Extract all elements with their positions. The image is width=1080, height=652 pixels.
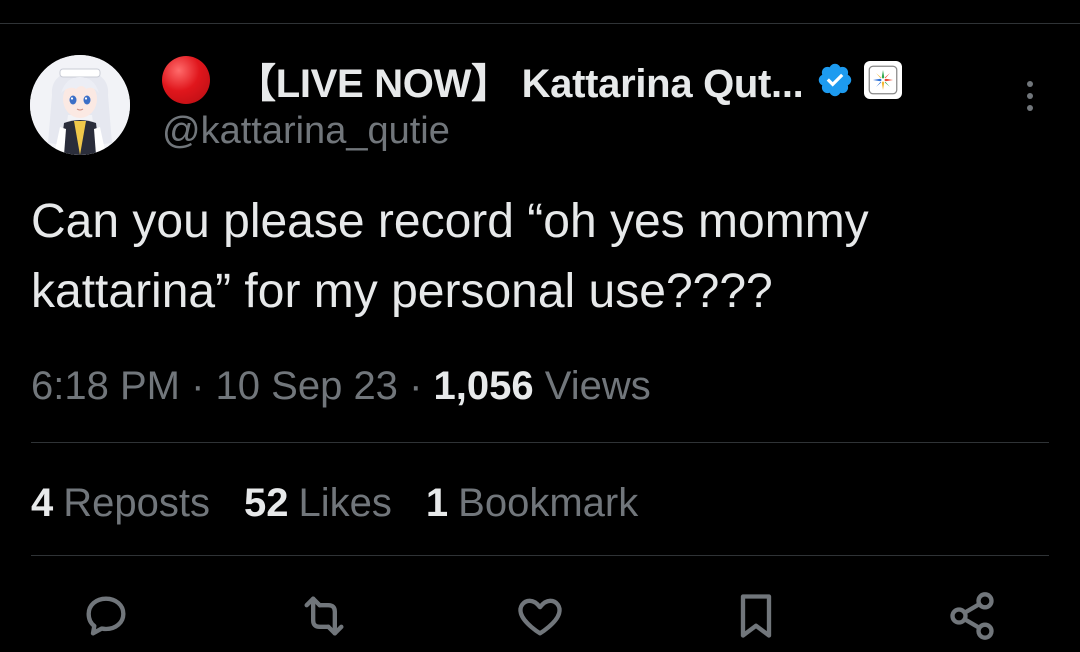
like-icon	[518, 598, 562, 636]
bookmarks-label: Bookmark	[458, 481, 639, 525]
engagement-stats: 4 Reposts 52 Likes 1 Bookmark	[31, 476, 672, 530]
bookmarks-count: 1	[425, 481, 449, 525]
share-button[interactable]	[946, 590, 998, 642]
bookmarks-stat[interactable]: 1 Bookmark	[426, 476, 638, 530]
reposts-count: 4	[31, 481, 54, 525]
likes-count: 52	[244, 481, 289, 525]
repost-button[interactable]	[298, 590, 350, 642]
likes-label: Likes	[298, 481, 392, 525]
divider	[31, 555, 1049, 556]
divider	[31, 442, 1049, 443]
tweet-date[interactable]: 10 Sep 23	[216, 364, 398, 408]
affiliate-badge-icon[interactable]	[863, 61, 902, 99]
verified-badge-icon[interactable]	[816, 61, 854, 99]
author-handle[interactable]: @kattarina_qutie	[162, 110, 450, 153]
top-divider	[0, 23, 1080, 24]
views-count[interactable]: 1,056	[434, 364, 534, 408]
author-avatar[interactable]	[30, 55, 130, 155]
bookmark-icon	[740, 594, 772, 638]
tweet-text: Can you please record “oh yes mommy katt…	[31, 195, 869, 318]
reposts-label: Reposts	[63, 481, 210, 525]
tweet-meta: 6:18 PM · 10 Sep 23 · 1,056 Views	[31, 360, 651, 412]
likes-stat[interactable]: 52 Likes	[244, 476, 392, 530]
reposts-stat[interactable]: 4 Reposts	[31, 476, 210, 530]
views-label[interactable]: Views	[545, 364, 651, 408]
reply-icon	[86, 596, 126, 636]
author-display-name[interactable]: 【LIVE NOW】 Kattarina Qut...	[236, 51, 804, 109]
more-options-icon[interactable]	[1018, 78, 1042, 114]
like-button[interactable]	[514, 590, 566, 642]
anime-girl-avatar-icon	[30, 55, 130, 155]
share-icon	[950, 592, 994, 640]
reply-button[interactable]	[80, 590, 132, 642]
meta-separator: ·	[191, 364, 205, 408]
bookmark-button[interactable]	[730, 590, 782, 642]
repost-icon	[304, 596, 344, 636]
tweet-time[interactable]: 6:18 PM	[31, 364, 180, 408]
author-header[interactable]: 【LIVE NOW】 Kattarina Qut...	[162, 52, 902, 108]
meta-separator: ·	[409, 364, 423, 408]
red-circle-icon	[162, 56, 210, 104]
